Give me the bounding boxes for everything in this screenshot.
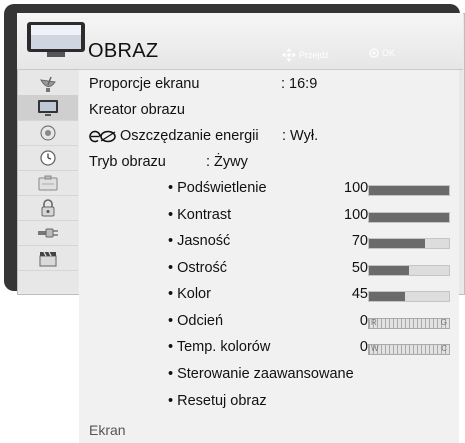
picture-wizard-label: Kreator obrazu <box>89 102 185 118</box>
setting-value: 70 <box>351 233 368 249</box>
setting-value: 0 <box>359 312 368 329</box>
setting-row[interactable]: • Jasność 70 <box>79 233 459 255</box>
setting-level-fill <box>369 186 449 195</box>
input-plug-icon <box>38 228 58 237</box>
setting-label: • Odcień <box>168 312 224 329</box>
setting-level-bar[interactable] <box>368 238 450 249</box>
setting-level-bar[interactable] <box>368 185 450 196</box>
balance-right-end-label: C <box>441 344 447 353</box>
setting-level-fill <box>369 292 405 301</box>
options-icon <box>38 175 58 190</box>
navigate-arrows-icon <box>282 48 296 62</box>
sidebar-item-time[interactable] <box>18 145 78 171</box>
setting-row[interactable]: • Ostrość 50 <box>79 260 459 282</box>
setting-row[interactable]: • Podświetlenie 100 <box>79 180 459 202</box>
setting-level-fill <box>369 239 425 248</box>
menu-item-reset-picture[interactable]: • Resetuj obraz <box>168 393 267 409</box>
setting-level-bar[interactable] <box>368 264 450 276</box>
navigate-hint: Przejdź <box>282 48 329 62</box>
sidebar-item-input[interactable] <box>18 220 78 246</box>
setting-value: 100 <box>344 206 369 223</box>
speaker-icon <box>40 125 56 140</box>
setting-value: 45 <box>351 286 368 302</box>
setting-level-bar[interactable] <box>368 291 450 302</box>
setting-value: 0 <box>359 339 368 355</box>
setting-balance-bar[interactable]: WC <box>368 344 450 355</box>
setting-row[interactable]: • Kontrast 100 <box>79 207 459 229</box>
menu-header: OBRAZ Przejdź OK <box>17 13 463 70</box>
balance-left-end-label: R <box>371 317 377 327</box>
energy-saving-value: : Wył. <box>282 128 319 144</box>
page-title: OBRAZ <box>88 40 159 62</box>
menu-item-advanced-control[interactable]: • Sterowanie zaawansowane <box>168 366 354 382</box>
ok-hint: OK <box>369 48 395 58</box>
picture-mode-label: Tryb obrazu <box>89 154 166 170</box>
setting-balance-bar[interactable]: RG <box>368 317 450 329</box>
tv-icon <box>27 22 85 57</box>
clock-icon <box>40 149 56 166</box>
setting-value: 100 <box>344 180 369 196</box>
sidebar-item-picture[interactable] <box>18 95 78 121</box>
setting-label: • Kolor <box>168 286 211 302</box>
advanced-control-label: • Sterowanie zaawansowane <box>168 366 354 382</box>
setting-row[interactable]: • Odcień 0 R G <box>79 313 459 335</box>
lock-icon <box>41 198 55 216</box>
balance-left-end-label: W <box>371 344 379 353</box>
setting-label: • Kontrast <box>168 206 232 223</box>
footer-section-label: Ekran <box>89 422 126 438</box>
clapperboard-icon <box>39 251 57 266</box>
ok-hint-label: OK <box>382 48 396 58</box>
reset-picture-label: • Resetuj obraz <box>168 393 267 409</box>
sidebar-item-lock[interactable] <box>18 195 78 221</box>
satellite-dish-icon <box>40 76 56 92</box>
sidebar-item-media[interactable] <box>18 245 78 271</box>
sidebar-item-audio[interactable] <box>18 120 78 146</box>
category-sidebar <box>18 70 78 292</box>
setting-row[interactable]: • Temp. kolorów 0 W C <box>79 339 459 361</box>
setting-label: • Podświetlenie <box>168 180 267 196</box>
sidebar-item-options[interactable] <box>18 170 78 196</box>
aspect-ratio-label: Proporcje ekranu <box>89 76 200 92</box>
setting-level-fill <box>369 212 449 222</box>
setting-value: 50 <box>351 259 368 276</box>
setting-level-bar[interactable] <box>368 211 450 223</box>
eco-icon <box>89 130 116 142</box>
monitor-icon <box>38 99 58 116</box>
balance-right-end-label: G <box>440 317 447 327</box>
picture-mode-value: : Żywy <box>206 154 248 170</box>
setting-row[interactable]: • Kolor 45 <box>79 286 459 308</box>
setting-label: • Ostrość <box>168 259 228 276</box>
setting-label: • Temp. kolorów <box>168 339 271 355</box>
aspect-ratio-value: : 16:9 <box>281 76 318 92</box>
picture-menu-panel: Proporcje ekranu : 16:9 Kreator obrazu O… <box>79 70 459 443</box>
setting-level-fill <box>369 265 409 275</box>
setting-label: • Jasność <box>168 233 231 249</box>
energy-saving-label: Oszczędzanie energii <box>120 128 259 144</box>
navigate-hint-label: Przejdź <box>299 50 330 60</box>
ok-button-icon <box>369 48 379 58</box>
sidebar-item-channels[interactable] <box>18 70 78 96</box>
